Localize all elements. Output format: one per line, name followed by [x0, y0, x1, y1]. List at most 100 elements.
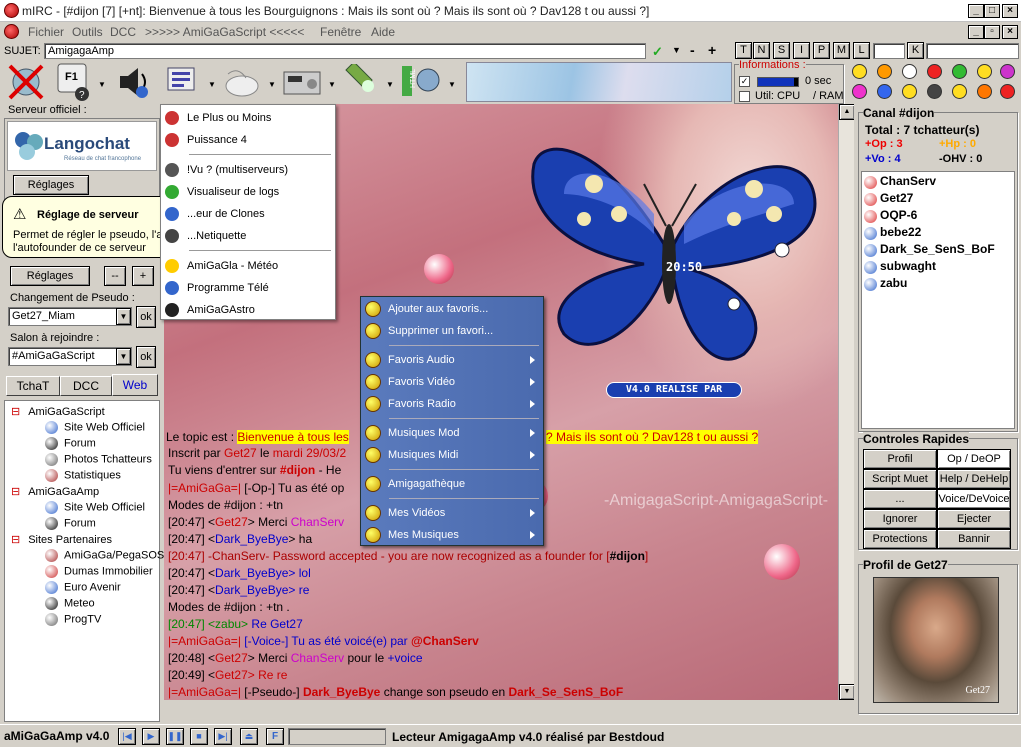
nick-list[interactable]: ChanServ Get27 OQP-6 bebe22 Dark_Se_SenS_BoF…: [861, 171, 1015, 429]
smiley-tongue-icon[interactable]: [1000, 64, 1015, 79]
quick-control-button[interactable]: Protections: [863, 529, 937, 549]
mode-n-button[interactable]: N: [753, 42, 770, 59]
tools-menu-item[interactable]: AmiGaGla - Météo: [161, 255, 335, 277]
menu-amigagascript[interactable]: >>>>> AmiGaGaScript <<<<<: [145, 25, 304, 39]
mdi-restore-button[interactable]: ▫: [984, 25, 1000, 39]
lag-checkbox[interactable]: ✓: [739, 76, 750, 87]
reglages-server-button[interactable]: Réglages: [10, 266, 90, 286]
dropdown-arrow-icon[interactable]: ▼: [448, 80, 456, 89]
mouse-icon[interactable]: [220, 64, 264, 100]
chat-scrollbar[interactable]: ▲ ▼: [838, 104, 854, 700]
salon-ok-button[interactable]: ok: [136, 346, 156, 368]
player-menu-item[interactable]: Ajouter aux favoris...: [361, 298, 543, 320]
smiley-frog-icon[interactable]: [952, 64, 967, 79]
dropdown-arrow-icon[interactable]: ▼: [328, 80, 336, 89]
tree-item[interactable]: Forum: [45, 517, 96, 530]
smiley-happy-icon[interactable]: [852, 64, 867, 79]
butterfly-player[interactable]: 20:50 V4.0 REALISE PAR: [524, 104, 824, 404]
close-button[interactable]: ×: [1002, 4, 1018, 18]
html-globe-icon[interactable]: HTML: [400, 64, 446, 100]
tree-item[interactable]: AmiGaGa/PegaSOS: [45, 549, 164, 562]
mode-l-button[interactable]: L: [853, 42, 870, 59]
player-menu-item[interactable]: Musiques Mod: [361, 422, 543, 444]
tree-item[interactable]: Meteo: [45, 597, 95, 610]
smiley-wink-icon[interactable]: [952, 84, 967, 99]
mode-p-button[interactable]: P: [813, 42, 830, 59]
salon-select[interactable]: #AmiGaGaScript ▼: [8, 347, 132, 366]
quick-control-button[interactable]: Help / DeHelp: [937, 469, 1011, 489]
dropdown-arrow-icon[interactable]: ▼: [672, 45, 681, 55]
check-icon[interactable]: ✓: [652, 44, 663, 60]
plus-icon[interactable]: +: [708, 42, 716, 58]
dropdown-arrow-icon[interactable]: ▼: [208, 80, 216, 89]
player-menu-item[interactable]: Favoris Radio: [361, 393, 543, 415]
tools-menu-item[interactable]: AmiGaGAstro: [161, 299, 335, 321]
play-icon[interactable]: ▶: [142, 728, 160, 745]
nick-item[interactable]: ChanServ: [864, 174, 936, 189]
menu-aide[interactable]: Aide: [371, 25, 395, 39]
menu-dcc[interactable]: DCC: [110, 25, 136, 39]
key-input[interactable]: [926, 43, 1019, 59]
quick-control-button[interactable]: Ejecter: [937, 509, 1011, 529]
player-menu-item[interactable]: Mes Vidéos: [361, 502, 543, 524]
player-menu-item[interactable]: Amigagathèque: [361, 473, 543, 495]
mdi-close-button[interactable]: ×: [1002, 25, 1018, 39]
dropdown-arrow-icon[interactable]: ▼: [98, 80, 106, 89]
radio-icon[interactable]: [282, 64, 324, 100]
pseudo-ok-button[interactable]: ok: [136, 306, 156, 328]
mode-t-button[interactable]: T: [735, 42, 752, 59]
smiley-sleep-icon[interactable]: [977, 64, 992, 79]
tools-menu-item[interactable]: !Vu ? (multiserveurs): [161, 159, 335, 181]
player-menu-item[interactable]: Mes Musiques: [361, 524, 543, 546]
quick-control-button[interactable]: Ignorer: [863, 509, 937, 529]
remove-server-button[interactable]: --: [104, 266, 126, 286]
tree-item[interactable]: Forum: [45, 437, 96, 450]
tree-item[interactable]: ⊟ AmiGaGaScript: [11, 405, 105, 418]
smiley-ghost-icon[interactable]: [902, 64, 917, 79]
pause-icon[interactable]: ❚❚: [166, 728, 184, 745]
mode-s-button[interactable]: S: [773, 42, 790, 59]
scroll-down-icon[interactable]: ▼: [839, 684, 854, 700]
next-icon[interactable]: ▶|: [214, 728, 232, 745]
util-checkbox[interactable]: [739, 91, 750, 102]
tab-dcc[interactable]: DCC: [60, 376, 112, 396]
smiley-angry-icon[interactable]: [877, 64, 892, 79]
minimize-button[interactable]: _: [968, 4, 984, 18]
tools-menu-item[interactable]: ...Netiquette: [161, 225, 335, 247]
smiley-red-icon[interactable]: [1000, 84, 1015, 99]
player-menu-item[interactable]: Musiques Midi: [361, 444, 543, 466]
player-menu-item[interactable]: Supprimer un favori...: [361, 320, 543, 342]
menu-fenetre[interactable]: Fenêtre: [320, 25, 361, 39]
smiley-devil-icon[interactable]: [927, 64, 942, 79]
nick-item[interactable]: zabu: [864, 276, 907, 291]
disconnect-icon[interactable]: [6, 62, 46, 102]
menu-fichier[interactable]: Fichier: [28, 25, 64, 39]
tree-item[interactable]: ProgTV: [45, 613, 101, 626]
smiley-dark-icon[interactable]: [927, 84, 942, 99]
quick-control-button[interactable]: Bannir: [937, 529, 1011, 549]
tree-item[interactable]: ⊟ AmiGaGaAmp: [11, 485, 99, 498]
mode-m-button[interactable]: M: [833, 42, 850, 59]
speaker-icon[interactable]: [112, 62, 152, 102]
smiley-blue-icon[interactable]: [877, 84, 892, 99]
mode-k-button[interactable]: K: [907, 42, 924, 59]
dropdown-arrow-icon[interactable]: ▼: [268, 80, 276, 89]
tools-menu-item[interactable]: ...eur de Clones: [161, 203, 335, 225]
tools-icon[interactable]: [164, 64, 204, 100]
tools-menu-item[interactable]: Programme Télé: [161, 277, 335, 299]
pseudo-select[interactable]: Get27_Miam ▼: [8, 307, 132, 326]
tree-item[interactable]: Photos Tchatteurs: [45, 453, 152, 466]
quick-control-button[interactable]: Voice/DeVoice: [937, 489, 1011, 509]
player-menu-item[interactable]: Favoris Audio: [361, 349, 543, 371]
subject-input[interactable]: AmigagaAmp: [44, 43, 646, 59]
scroll-up-icon[interactable]: ▲: [839, 104, 854, 120]
langochat-logo[interactable]: Langochat Réseau de chat francophone: [7, 121, 157, 171]
mode-i-button[interactable]: I: [793, 42, 810, 59]
menu-outils[interactable]: Outils: [72, 25, 103, 39]
tree-item[interactable]: Dumas Immobilier: [45, 565, 153, 578]
tools-menu-item[interactable]: Le Plus ou Moins: [161, 107, 335, 129]
limit-input[interactable]: [873, 43, 905, 59]
minus-icon[interactable]: -: [690, 42, 695, 58]
eject-icon[interactable]: ⏏: [240, 728, 258, 745]
file-icon[interactable]: F: [266, 728, 284, 745]
